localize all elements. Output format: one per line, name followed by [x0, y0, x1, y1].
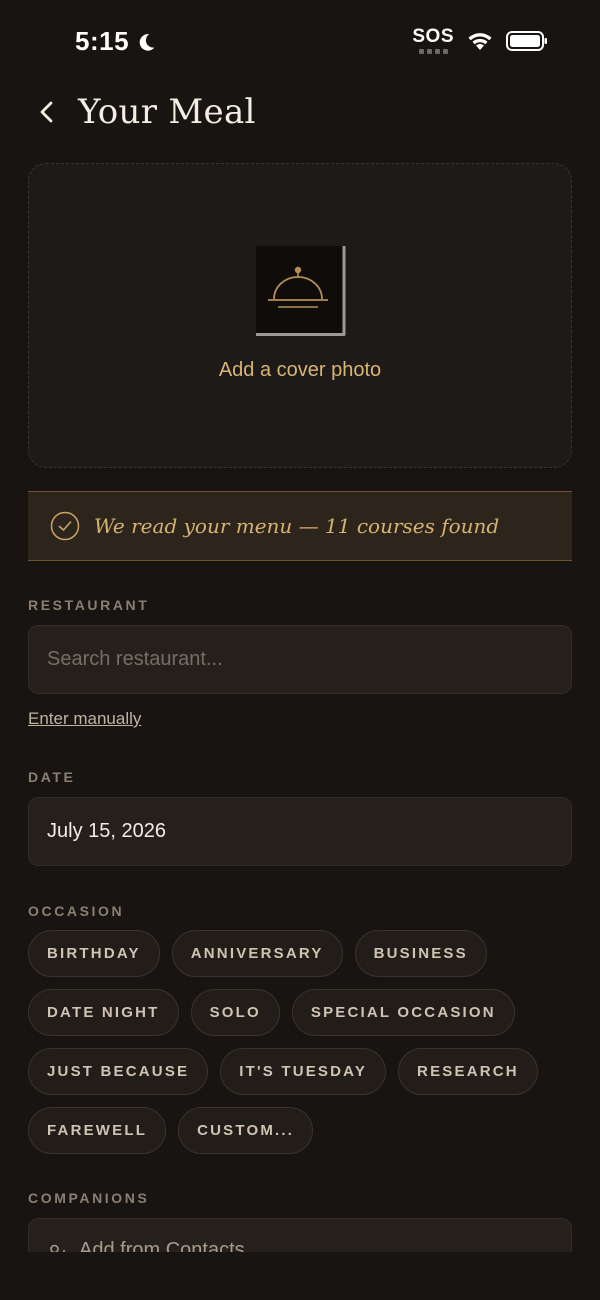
enter-manually-link[interactable]: Enter manually	[28, 709, 141, 729]
chip-anniversary[interactable]: ANNIVERSARY	[171, 930, 343, 977]
chip-row: BIRTHDAY ANNIVERSARY BUSINESS	[28, 930, 588, 977]
chevron-left-icon[interactable]	[36, 99, 58, 125]
add-cover-photo-label: Add a cover photo	[218, 359, 382, 381]
bottom-fade	[0, 1252, 600, 1300]
chip-row: DATE NIGHT SOLO SPECIAL OCCASION	[28, 989, 588, 1036]
header: Your Meal	[36, 92, 256, 132]
sos-indicator: SOS	[412, 26, 454, 54]
page-title: Your Meal	[78, 92, 256, 132]
companions-label: COMPANIONS	[28, 1190, 150, 1206]
status-time: 5:15	[75, 26, 157, 57]
restaurant-search-input[interactable]	[47, 648, 571, 671]
date-label: DATE	[28, 769, 76, 785]
chip-business[interactable]: BUSINESS	[354, 930, 487, 977]
chip-solo[interactable]: SOLO	[190, 989, 280, 1036]
menu-read-banner: We read your menu — 11 courses found	[28, 491, 572, 561]
battery-icon	[506, 31, 547, 51]
date-value: July 15, 2026	[47, 820, 166, 842]
occasion-chips: BIRTHDAY ANNIVERSARY BUSINESS DATE NIGHT…	[28, 930, 588, 1166]
menu-read-text: We read your menu — 11 courses found	[94, 514, 500, 538]
date-field[interactable]: July 15, 2026	[28, 797, 572, 866]
chip-just-because[interactable]: JUST BECAUSE	[28, 1048, 209, 1095]
chip-row: JUST BECAUSE IT'S TUESDAY RESEARCH	[28, 1048, 588, 1095]
restaurant-search-field[interactable]	[28, 625, 572, 694]
cloche-icon	[256, 246, 346, 336]
sos-text: SOS	[412, 26, 454, 47]
chip-custom[interactable]: CUSTOM...	[178, 1107, 314, 1154]
chip-farewell[interactable]: FAREWELL	[28, 1107, 167, 1154]
status-icons: SOS	[412, 26, 548, 54]
restaurant-label: RESTAURANT	[28, 597, 150, 613]
chip-its-tuesday[interactable]: IT'S TUESDAY	[220, 1048, 387, 1095]
moon-icon	[139, 33, 155, 51]
status-bar: 5:15 SOS	[0, 0, 600, 80]
chip-row: FAREWELL CUSTOM...	[28, 1107, 588, 1154]
occasion-label: OCCASION	[28, 903, 125, 919]
status-time-text: 5:15	[75, 26, 130, 56]
chip-special-occasion[interactable]: SPECIAL OCCASION	[291, 989, 515, 1036]
check-circle-icon	[50, 511, 80, 541]
sos-signal-dots	[412, 49, 454, 54]
cover-photo-dropzone[interactable]: Add a cover photo	[28, 163, 572, 468]
chip-date-night[interactable]: DATE NIGHT	[28, 989, 179, 1036]
chip-birthday[interactable]: BIRTHDAY	[28, 930, 160, 977]
chip-research[interactable]: RESEARCH	[398, 1048, 538, 1095]
wifi-icon	[468, 33, 492, 50]
